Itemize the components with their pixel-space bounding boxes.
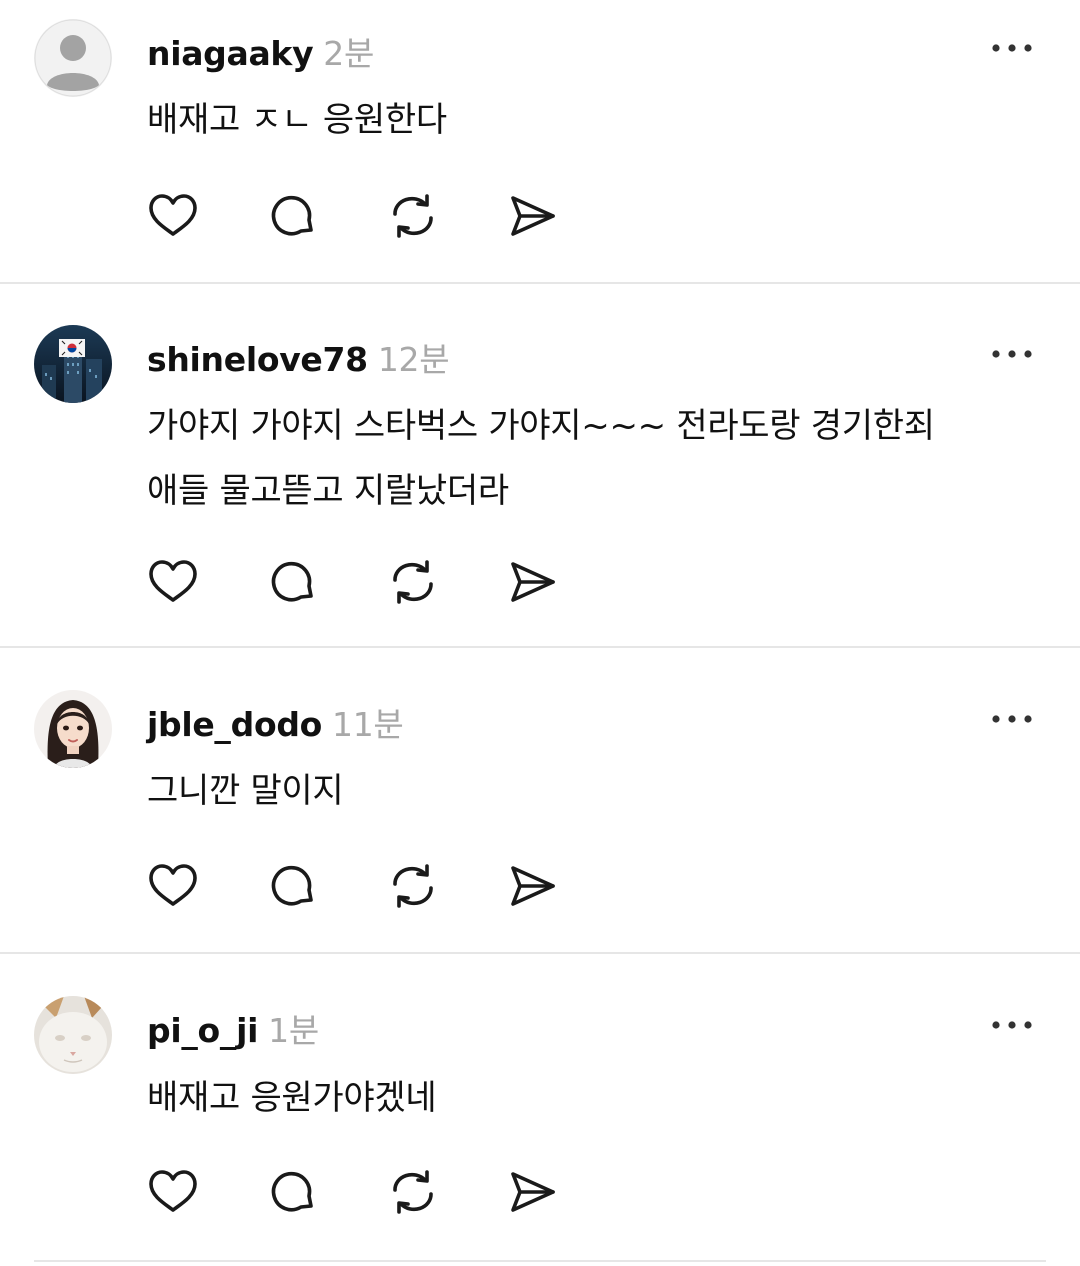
- comment-bubble-icon[interactable]: [267, 860, 319, 912]
- comment-text: 가야지 가야지 스타벅스 가야지~~~ 전라도랑 경기한죄 애들 물고뜯고 지랄…: [147, 394, 935, 524]
- avatar[interactable]: [34, 996, 112, 1074]
- username-text[interactable]: pi_o_ji: [147, 1011, 258, 1050]
- comment-line: 애들 물고뜯고 지랄났더라: [147, 471, 509, 511]
- comment-item: jble_dodo 11분 그니깐 말이지: [0, 648, 1080, 952]
- heart-icon[interactable]: [147, 860, 199, 912]
- timestamp: 11분: [332, 705, 404, 744]
- heart-icon[interactable]: [147, 556, 199, 608]
- comment-text: 배재고 응원가야겠네: [147, 1066, 437, 1131]
- avatar[interactable]: [34, 325, 112, 403]
- username-text[interactable]: niagaaky: [147, 34, 314, 73]
- more-horizontal-icon[interactable]: [990, 342, 1034, 366]
- send-icon[interactable]: [507, 1166, 559, 1218]
- username-text[interactable]: shinelove78: [147, 340, 368, 379]
- username[interactable]: shinelove78 12분: [147, 333, 450, 381]
- send-icon[interactable]: [507, 190, 559, 242]
- comment-item: shinelove78 12분 가야지 가야지 스타벅스 가야지~~~ 전라도랑 …: [0, 284, 1080, 646]
- more-horizontal-icon[interactable]: [990, 707, 1034, 731]
- timestamp: 2분: [323, 34, 375, 73]
- username-text[interactable]: jble_dodo: [147, 705, 322, 744]
- comment-bubble-icon[interactable]: [267, 190, 319, 242]
- repost-icon[interactable]: [387, 190, 439, 242]
- send-icon[interactable]: [507, 556, 559, 608]
- more-horizontal-icon[interactable]: [990, 36, 1034, 60]
- heart-icon[interactable]: [147, 190, 199, 242]
- comment-line: 배재고 응원가야겠네: [147, 1078, 437, 1118]
- avatar[interactable]: [34, 690, 112, 768]
- repost-icon[interactable]: [387, 860, 439, 912]
- comment-line: 그니깐 말이지: [147, 771, 344, 811]
- comment-item: niagaaky 2분 배재고 ㅈㄴ 응원한다: [0, 0, 1080, 282]
- heart-icon[interactable]: [147, 1166, 199, 1218]
- more-horizontal-icon[interactable]: [990, 1013, 1034, 1037]
- comment-line: 가야지 가야지 스타벅스 가야지~~~ 전라도랑 경기한죄: [147, 406, 935, 446]
- divider: [34, 1260, 1046, 1262]
- username[interactable]: niagaaky 2분: [147, 27, 374, 75]
- repost-icon[interactable]: [387, 1166, 439, 1218]
- avatar[interactable]: [34, 19, 112, 97]
- comment-text: 그니깐 말이지: [147, 759, 344, 824]
- comment-item: pi_o_ji 1분 배재고 응원가야겠네: [0, 954, 1080, 1260]
- comment-bubble-icon[interactable]: [267, 556, 319, 608]
- username[interactable]: jble_dodo 11분: [147, 698, 404, 746]
- comment-text: 배재고 ㅈㄴ 응원한다: [147, 88, 447, 153]
- comment-line: 배재고 ㅈㄴ 응원한다: [147, 100, 447, 140]
- timestamp: 1분: [268, 1011, 319, 1050]
- comment-bubble-icon[interactable]: [267, 1166, 319, 1218]
- repost-icon[interactable]: [387, 556, 439, 608]
- username[interactable]: pi_o_ji 1분: [147, 1004, 319, 1052]
- send-icon[interactable]: [507, 860, 559, 912]
- timestamp: 12분: [377, 340, 450, 379]
